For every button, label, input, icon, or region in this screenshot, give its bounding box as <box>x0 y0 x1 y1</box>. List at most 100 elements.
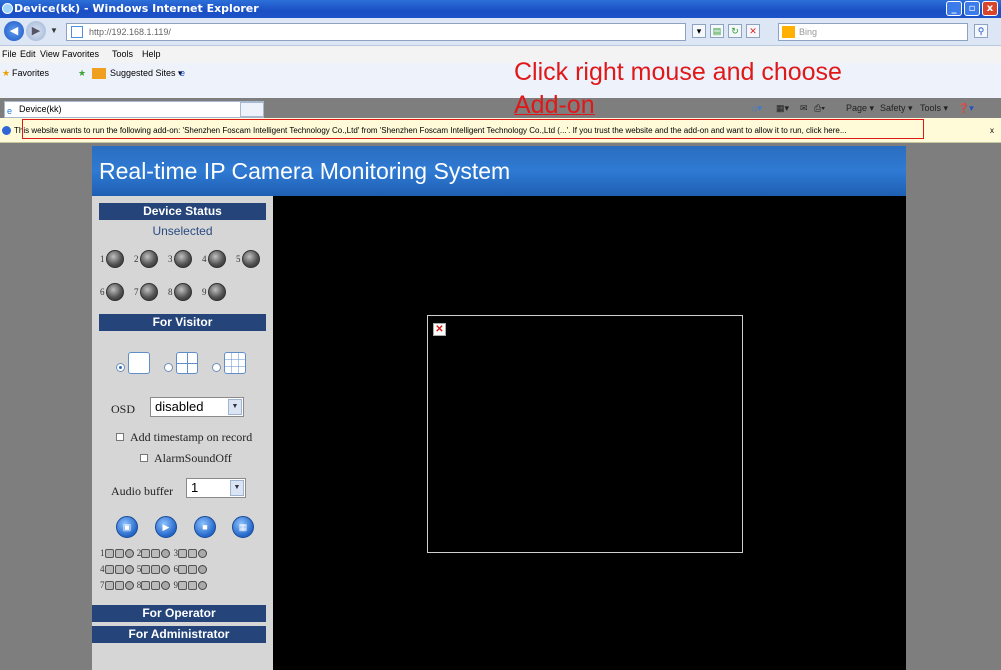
device-4-indicator[interactable]: 4 <box>202 250 236 270</box>
for-administrator-header[interactable]: For Administrator <box>92 626 266 643</box>
channel-cam-icon[interactable] <box>104 565 114 575</box>
menu-tools[interactable]: Tools <box>112 49 133 59</box>
device-number: 4 <box>202 254 207 264</box>
favorites-button[interactable]: Favorites <box>12 68 49 78</box>
channel-cam-icon[interactable] <box>141 581 151 591</box>
device-led-icon <box>106 250 124 268</box>
refresh-icon[interactable]: ↻ <box>728 24 742 38</box>
minimize-button[interactable]: _ <box>946 1 962 16</box>
channel-audio-icon[interactable] <box>114 565 124 575</box>
url-field[interactable]: http://192.168.1.119/ <box>66 23 686 41</box>
channel-rec-icon[interactable] <box>198 565 207 575</box>
menu-bar: File Edit View Favorites Tools Help <box>0 46 1001 63</box>
channel-audio-icon[interactable] <box>188 565 197 575</box>
device-2-indicator[interactable]: 2 <box>134 250 168 270</box>
osd-select[interactable]: disabled ▼ <box>150 397 244 417</box>
channel-rec-icon[interactable] <box>124 565 134 575</box>
device-led-icon <box>242 250 260 268</box>
search-icon[interactable]: ⚲ <box>974 24 988 38</box>
channel-rec-icon[interactable] <box>124 581 134 591</box>
channel-cam-icon[interactable] <box>141 549 151 559</box>
menu-file[interactable]: File <box>2 49 17 59</box>
channel-cam-icon[interactable] <box>141 565 151 575</box>
channel-number: 7 <box>100 580 105 590</box>
channel-audio-icon[interactable] <box>151 549 161 559</box>
device-7-indicator[interactable]: 7 <box>134 283 168 303</box>
channel-audio-icon[interactable] <box>151 581 161 591</box>
channel-cam-icon[interactable] <box>178 565 187 575</box>
play-icon[interactable]: ▶ <box>155 516 177 538</box>
bing-logo-icon <box>782 26 795 38</box>
menu-help[interactable]: Help <box>142 49 161 59</box>
add-favorite-icon[interactable]: ★ <box>78 68 86 79</box>
layout-4-radio[interactable] <box>164 363 173 372</box>
channel-cam-icon[interactable] <box>178 549 187 559</box>
layout-quad-icon[interactable] <box>176 352 198 374</box>
recent-pages-chevron-icon[interactable]: ▼ <box>50 26 58 35</box>
device-led-icon <box>174 250 192 268</box>
suggested-sites-button[interactable]: Suggested Sites ▾ <box>110 68 183 79</box>
channel-audio-icon[interactable] <box>114 549 124 559</box>
layout-1-radio[interactable] <box>116 363 125 372</box>
menu-safety[interactable]: Safety ▾ <box>880 103 913 114</box>
menu-page[interactable]: Page ▾ <box>846 103 874 114</box>
menu-view[interactable]: View <box>40 49 59 59</box>
menu-edit[interactable]: Edit <box>20 49 36 59</box>
device-5-indicator[interactable]: 5 <box>236 250 270 270</box>
channel-rec-icon[interactable] <box>161 549 171 559</box>
device-number: 3 <box>168 254 173 264</box>
device-6-indicator[interactable]: 6 <box>100 283 134 303</box>
device-1-indicator[interactable]: 1 <box>100 250 134 270</box>
suggested-sites-icon <box>92 68 106 79</box>
channel-cam-icon[interactable] <box>104 581 114 591</box>
channel-rec-icon[interactable] <box>198 549 207 559</box>
for-visitor-header[interactable]: For Visitor <box>99 314 266 331</box>
audio-buffer-select[interactable]: 1 ▼ <box>186 478 246 498</box>
help-icon[interactable]: ❓▾ <box>958 103 974 114</box>
channel-audio-icon[interactable] <box>188 581 197 591</box>
channel-audio-icon[interactable] <box>151 565 161 575</box>
device-8-indicator[interactable]: 8 <box>168 283 202 303</box>
new-tab-button[interactable] <box>240 102 264 117</box>
channel-cam-icon[interactable] <box>104 549 114 559</box>
channel-rec-icon[interactable] <box>124 549 134 559</box>
device-9-indicator[interactable]: 9 <box>202 283 236 303</box>
back-icon[interactable]: ◀ <box>4 21 24 41</box>
channel-rec-icon[interactable] <box>198 581 207 591</box>
window-title: Device(kk) - Windows Internet Explorer <box>14 2 259 15</box>
close-window-button[interactable]: x <box>982 1 998 16</box>
stop-record-icon[interactable]: ■ <box>194 516 216 538</box>
tab-device[interactable]: e Device(kk) <box>4 101 264 118</box>
forward-icon[interactable]: ▶ <box>26 21 46 41</box>
search-input[interactable]: Bing <box>778 23 968 41</box>
timestamp-checkbox[interactable] <box>116 433 124 441</box>
layout-nine-icon[interactable] <box>224 352 246 374</box>
for-operator-header[interactable]: For Operator <box>92 605 266 622</box>
channel-cam-icon[interactable] <box>178 581 187 591</box>
web-slice-icon[interactable]: e <box>180 68 185 78</box>
device-number: 1 <box>100 254 105 264</box>
channel-row-1: 1 2 3 <box>100 548 208 559</box>
stop-icon[interactable]: ✕ <box>746 24 760 38</box>
device-3-indicator[interactable]: 3 <box>168 250 202 270</box>
maximize-button[interactable]: ▫ <box>964 1 980 16</box>
alarm-sound-checkbox[interactable] <box>140 454 148 462</box>
layout-single-icon[interactable] <box>128 352 150 374</box>
device-status-header[interactable]: Device Status <box>99 203 266 220</box>
channel-rec-icon[interactable] <box>161 565 171 575</box>
ie-logo-icon <box>2 3 13 14</box>
layout-9-radio[interactable] <box>212 363 221 372</box>
dropdown-icon[interactable]: ▾ <box>692 24 706 38</box>
snapshot-icon[interactable]: ▦ <box>232 516 254 538</box>
channel-rec-icon[interactable] <box>161 581 171 591</box>
info-bar-close-icon[interactable]: x <box>990 118 994 142</box>
page-banner: Real-time IP Camera Monitoring System <box>92 146 906 196</box>
compatibility-icon[interactable]: ▤ <box>710 24 724 38</box>
menu-tools-cmd[interactable]: Tools ▾ <box>920 103 948 114</box>
channel-audio-icon[interactable] <box>188 549 197 559</box>
menu-favorites[interactable]: Favorites <box>62 49 99 59</box>
channel-row-3: 7 8 9 <box>100 580 208 591</box>
open-folder-icon[interactable]: ▣ <box>116 516 138 538</box>
channel-audio-icon[interactable] <box>114 581 124 591</box>
channel-number: 1 <box>100 548 105 558</box>
